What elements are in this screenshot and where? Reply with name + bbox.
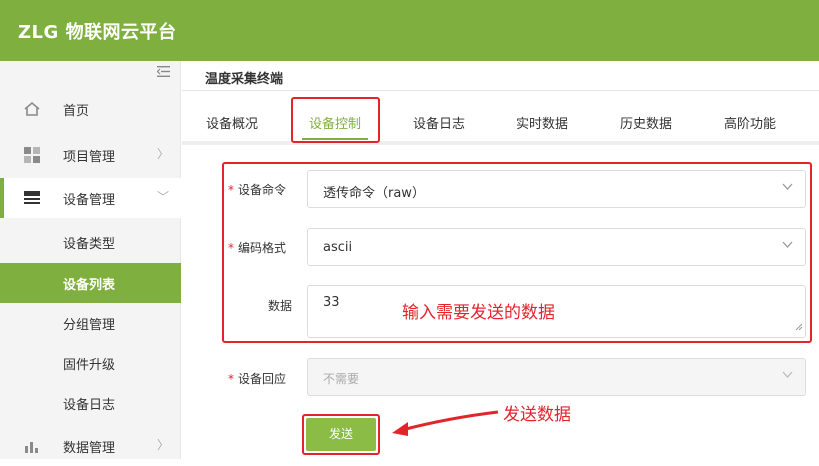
data-label: 数据 [268, 299, 293, 313]
sidebar-subitem-group[interactable]: 分组管理 [0, 303, 181, 343]
sidebar-subitem-firmware[interactable]: 固件升级 [0, 343, 181, 383]
tab-advanced[interactable]: 高阶功能 [724, 113, 776, 132]
sidebar-item-device[interactable]: 设备管理 ﹀ [0, 178, 181, 218]
sidebar-subitem-label: 固件升级 [63, 358, 116, 373]
encoding-value: ascii [323, 240, 353, 255]
tab-overview[interactable]: 设备概况 [206, 113, 258, 132]
sidebar-item-label: 项目管理 [63, 150, 116, 165]
sidebar-subitem-label: 设备日志 [63, 398, 116, 413]
tabs-divider [182, 141, 819, 145]
home-icon [24, 101, 40, 117]
resize-handle-icon[interactable] [795, 316, 803, 335]
annotation-input-note: 输入需要发送的数据 [402, 303, 555, 323]
annotation-arrow-icon [392, 410, 499, 436]
data-value: 33 [323, 295, 340, 310]
highlight-box-tab [291, 97, 380, 143]
sidebar-item-data[interactable]: 数据管理 〉 [0, 426, 181, 466]
sidebar-item-label: 设备管理 [63, 193, 116, 208]
tab-realtime-data[interactable]: 实时数据 [516, 113, 568, 132]
top-bar: ZLG 物联网云平台 [0, 0, 819, 61]
send-button[interactable]: 发送 [306, 418, 376, 451]
command-select[interactable]: 透传命令（raw） [307, 170, 806, 208]
sidebar-item-label: 首页 [63, 104, 90, 119]
chevron-right-icon: 〉 [157, 438, 170, 452]
sidebar-subitem-label: 设备类型 [63, 237, 116, 252]
page-title: 温度采集终端 [205, 72, 284, 87]
chevron-down-icon [782, 240, 793, 251]
encoding-label: * 编码格式 [228, 241, 287, 255]
chevron-down-icon [782, 182, 793, 193]
chevron-down-icon: ﹀ [157, 190, 170, 204]
bar-chart-icon [24, 438, 40, 454]
sidebar-subitem-label: 设备列表 [63, 278, 116, 293]
chevron-down-icon [782, 370, 793, 381]
tab-device-log[interactable]: 设备日志 [413, 113, 465, 132]
grid-icon [24, 147, 40, 163]
data-textarea[interactable]: 33 [307, 285, 806, 338]
encoding-select[interactable]: ascii [307, 228, 806, 266]
device-icon [24, 190, 40, 206]
sidebar-item-label: 数据管理 [63, 441, 116, 456]
annotation-send-note: 发送数据 [503, 405, 571, 425]
chevron-right-icon: 〉 [157, 147, 170, 161]
reply-select: 不需要 [307, 358, 806, 396]
sidebar-subitem-device-log[interactable]: 设备日志 [0, 383, 181, 423]
app-logo: ZLG 物联网云平台 [18, 22, 177, 43]
collapse-sidebar-icon[interactable] [156, 66, 170, 81]
sidebar-subitem-device-list[interactable]: 设备列表 [0, 263, 181, 303]
sidebar-item-home[interactable]: 首页 [0, 89, 181, 129]
reply-value: 不需要 [323, 372, 360, 386]
reply-label: * 设备回应 [228, 372, 287, 386]
tab-history-data[interactable]: 历史数据 [620, 113, 672, 132]
command-label: * 设备命令 [228, 183, 287, 197]
title-divider [182, 90, 819, 91]
sidebar-item-project[interactable]: 项目管理 〉 [0, 135, 181, 175]
sidebar-subitem-device-type[interactable]: 设备类型 [0, 222, 181, 262]
sidebar-subitem-label: 分组管理 [63, 318, 116, 333]
command-value: 透传命令（raw） [323, 186, 425, 201]
sidebar: 首页 项目管理 〉 设备管理 ﹀ 设备类型 设备列表 分组管理 固件升级 设备日… [0, 61, 181, 459]
